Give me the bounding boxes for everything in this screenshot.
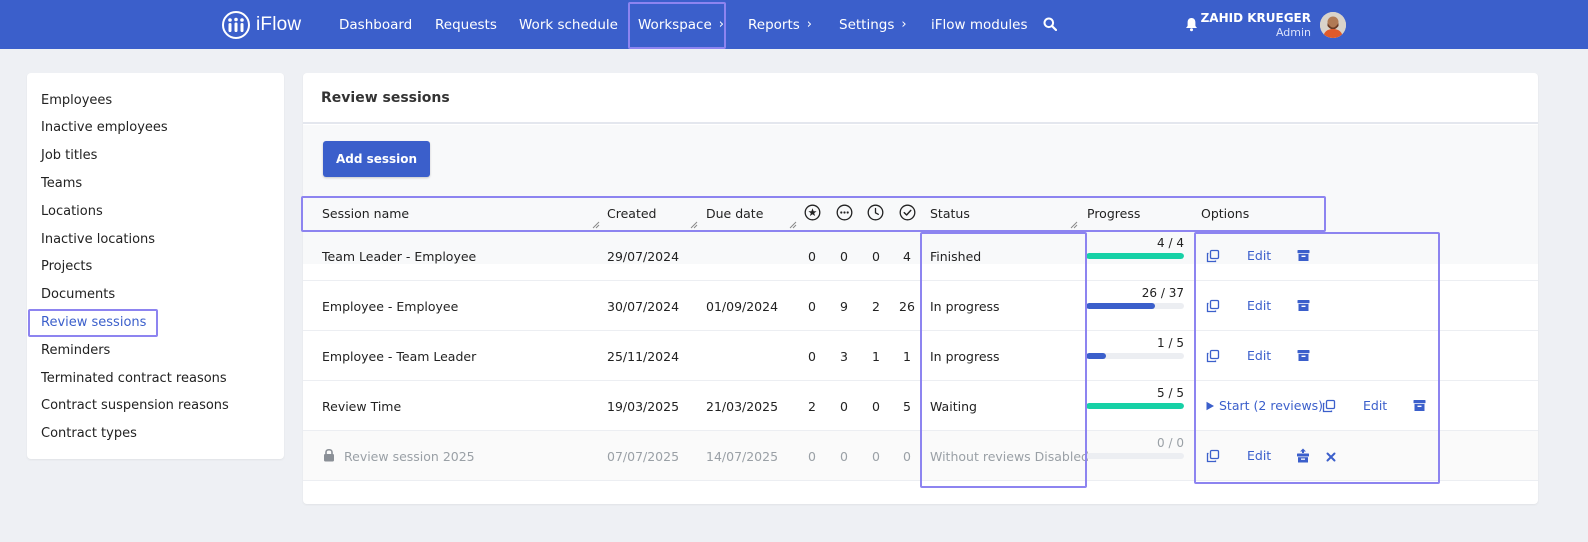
sidebar-item-contract-suspension-reasons[interactable]: Contract suspension reasons [41, 398, 229, 413]
created-date: 29/07/2024 [607, 249, 680, 264]
nav-label: Dashboard [339, 16, 413, 33]
session-name[interactable]: Review session 2025 [344, 449, 475, 464]
created-date: 19/03/2025 [607, 399, 680, 414]
progress-fill [1086, 403, 1184, 409]
progress-bar [1086, 253, 1184, 259]
sidebar-item-teams[interactable]: Teams [41, 176, 82, 191]
nav-settings[interactable]: Settings › [839, 0, 907, 49]
chevron-right-icon: › [901, 17, 907, 32]
due-date: 14/07/2025 [706, 449, 779, 464]
count-dots: 0 [840, 449, 848, 464]
count-dots: 9 [840, 299, 848, 314]
count-check: 0 [903, 449, 911, 464]
sidebar-item-contract-types[interactable]: Contract types [41, 426, 137, 441]
progress-fill [1086, 353, 1106, 359]
add-session-button[interactable]: Add session [323, 141, 430, 177]
status-column-highlight [920, 232, 1087, 488]
nav-work-schedule[interactable]: Work schedule [519, 0, 618, 49]
nav-dashboard[interactable]: Dashboard [339, 0, 412, 49]
count-clock: 1 [872, 349, 880, 364]
count-dots: 0 [840, 249, 848, 264]
progress-fill [1086, 253, 1184, 259]
nav-label: Reports [748, 16, 800, 33]
nav-active-highlight [628, 2, 726, 49]
logo-icon [222, 11, 250, 39]
top-navbar: iFlow Dashboard Requests Work schedule W… [0, 0, 1588, 49]
created-date: 25/11/2024 [607, 349, 680, 364]
user-role: Admin [1275, 26, 1311, 39]
search-icon[interactable] [1043, 17, 1058, 35]
progress-bar [1086, 453, 1184, 459]
app-name: iFlow [256, 14, 302, 35]
sidebar-active-highlight [28, 309, 158, 337]
count-clock: 0 [872, 449, 880, 464]
nav-reports[interactable]: Reports › [748, 0, 812, 49]
nav-label: Work schedule [519, 16, 618, 33]
sidebar-item-reminders[interactable]: Reminders [41, 343, 110, 358]
table-header-highlight [301, 196, 1326, 232]
session-name[interactable]: Employee - Employee [322, 299, 458, 314]
progress-bar [1086, 303, 1184, 309]
count-clock: 0 [872, 399, 880, 414]
count-clock: 2 [872, 299, 880, 314]
created-date: 30/07/2024 [607, 299, 680, 314]
options-column-highlight [1194, 232, 1440, 484]
progress-bar [1086, 353, 1184, 359]
sidebar-item-job-titles[interactable]: Job titles [41, 148, 97, 163]
chevron-right-icon: › [806, 17, 812, 32]
count-check: 4 [903, 249, 911, 264]
lock-icon [324, 448, 334, 462]
card-header: Review sessions [303, 73, 1538, 124]
progress-label: 0 / 0 [1157, 436, 1184, 450]
session-name[interactable]: Employee - Team Leader [322, 349, 476, 364]
count-dots: 0 [840, 399, 848, 414]
user-name[interactable]: ZAHID KRUEGER [1190, 11, 1311, 25]
progress-label: 1 / 5 [1157, 336, 1184, 350]
count-star: 0 [808, 349, 816, 364]
sidebar-item-locations[interactable]: Locations [41, 204, 103, 219]
due-date: 21/03/2025 [706, 399, 779, 414]
sidebar-item-projects[interactable]: Projects [41, 259, 92, 274]
nav-label: Requests [435, 16, 497, 33]
progress-label: 26 / 37 [1141, 286, 1184, 300]
session-name[interactable]: Team Leader - Employee [322, 249, 476, 264]
count-check: 5 [903, 399, 911, 414]
count-star: 0 [808, 299, 816, 314]
sidebar-item-inactive-employees[interactable]: Inactive employees [41, 120, 168, 135]
count-clock: 0 [872, 249, 880, 264]
nav-iflow-modules[interactable]: iFlow modules [931, 0, 1027, 49]
nav-requests[interactable]: Requests [435, 0, 497, 49]
count-check: 26 [899, 299, 915, 314]
avatar[interactable] [1320, 12, 1346, 38]
progress-bar [1086, 403, 1184, 409]
nav-label: Settings [839, 16, 895, 33]
progress-label: 5 / 5 [1157, 386, 1184, 400]
page-title: Review sessions [321, 90, 450, 106]
sidebar-item-terminated-contract-reasons[interactable]: Terminated contract reasons [41, 371, 227, 386]
sidebar-item-documents[interactable]: Documents [41, 287, 115, 302]
session-name[interactable]: Review Time [322, 399, 401, 414]
nav-label: iFlow modules [931, 16, 1028, 33]
count-star: 2 [808, 399, 816, 414]
sidebar: Employees Inactive employees Job titles … [27, 73, 284, 459]
progress-fill [1086, 303, 1155, 309]
app-logo[interactable]: iFlow [222, 10, 301, 40]
progress-label: 4 / 4 [1157, 236, 1184, 250]
count-star: 0 [808, 449, 816, 464]
created-date: 07/07/2025 [607, 449, 680, 464]
sidebar-item-inactive-locations[interactable]: Inactive locations [41, 232, 155, 247]
sidebar-item-employees[interactable]: Employees [41, 93, 112, 108]
count-star: 0 [808, 249, 816, 264]
count-check: 1 [903, 349, 911, 364]
count-dots: 3 [840, 349, 848, 364]
due-date: 01/09/2024 [706, 299, 779, 314]
